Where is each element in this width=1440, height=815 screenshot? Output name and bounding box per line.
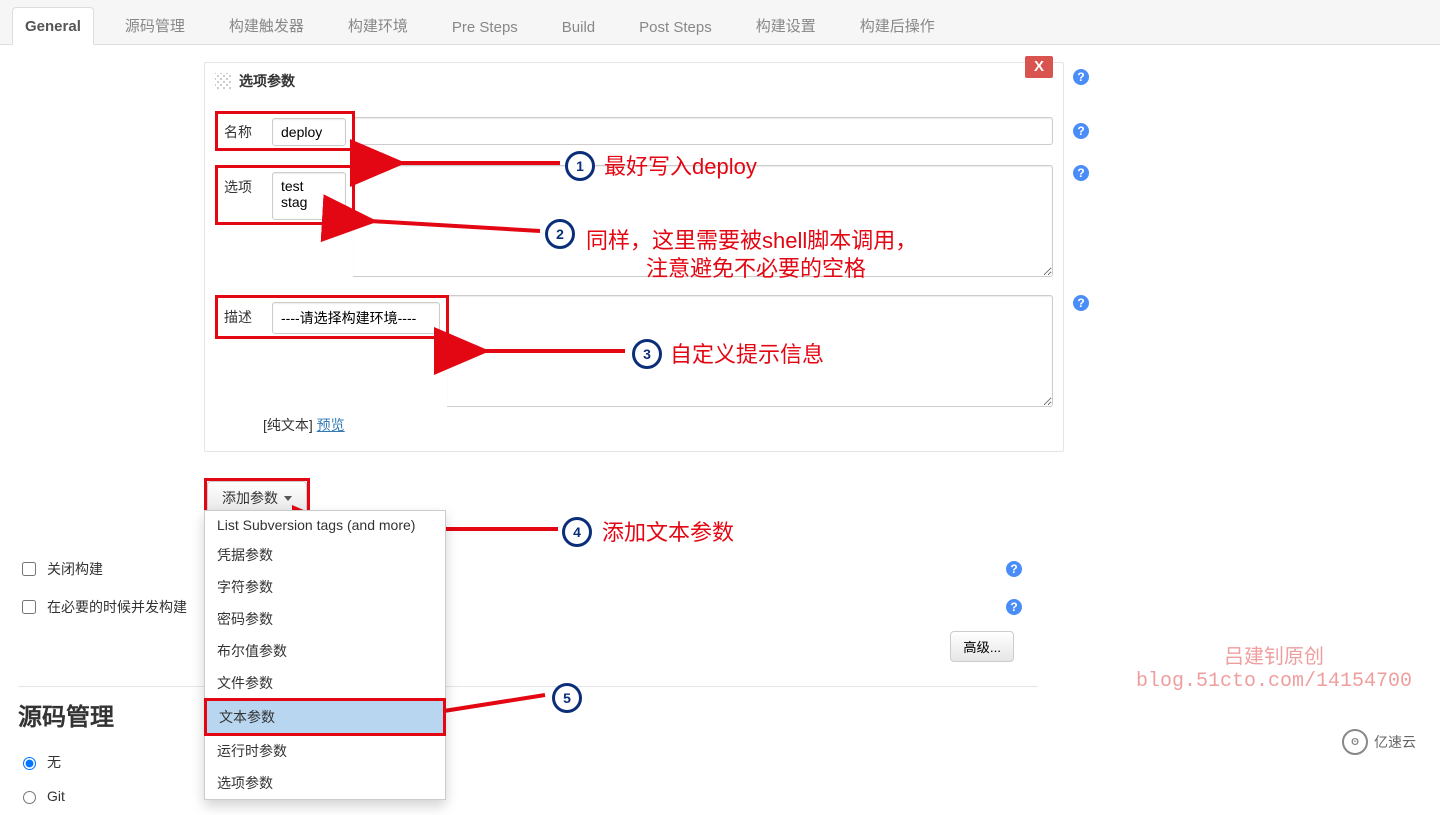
config-tabs: General 源码管理 构建触发器 构建环境 Pre Steps Build …: [0, 0, 1440, 45]
delete-button[interactable]: X: [1025, 56, 1053, 78]
param-name-row: 名称 ?: [215, 111, 1053, 151]
preview-link[interactable]: 预览: [317, 417, 345, 433]
choice-param-title: 选项参数: [239, 73, 295, 89]
param-menu-item[interactable]: 密码参数: [205, 603, 445, 635]
param-options-input[interactable]: [272, 172, 346, 220]
tab-post-actions[interactable]: 构建后操作: [847, 4, 948, 45]
param-menu-item[interactable]: 文件参数: [205, 667, 445, 699]
watermark-line1: 吕建钊原创: [1136, 640, 1412, 670]
param-desc-textarea[interactable]: [447, 295, 1053, 407]
param-menu-item[interactable]: 文本参数: [207, 701, 443, 733]
param-options-row: 选项 ?: [215, 165, 1053, 277]
param-menu-item[interactable]: 凭据参数: [205, 539, 445, 571]
close-build-label: 关闭构建: [47, 559, 103, 579]
concurrent-checkbox[interactable]: [22, 600, 36, 614]
tab-general[interactable]: General: [12, 7, 94, 45]
scm-none-label: 无: [47, 752, 61, 772]
tab-post-steps[interactable]: Post Steps: [626, 8, 725, 45]
tab-pre-steps[interactable]: Pre Steps: [439, 8, 531, 45]
tab-env[interactable]: 构建环境: [335, 4, 421, 45]
param-menu-item[interactable]: 运行时参数: [205, 735, 445, 767]
tab-triggers[interactable]: 构建触发器: [216, 4, 317, 45]
tab-scm[interactable]: 源码管理: [112, 4, 198, 45]
scm-git-row: Git: [18, 780, 1038, 812]
scm-heading: 源码管理: [18, 697, 1038, 732]
concurrent-row: 在必要的时候并发构建 ?: [18, 591, 1038, 623]
param-name-input[interactable]: [272, 118, 346, 146]
scm-none-row: 无: [18, 744, 1038, 780]
annotation-4-icon: 4: [562, 517, 592, 547]
brand-text: 亿速云: [1374, 732, 1416, 752]
help-icon[interactable]: ?: [1073, 123, 1089, 139]
drag-handle-icon[interactable]: [215, 73, 231, 89]
add-param-label: 添加参数: [222, 488, 278, 508]
add-param-dropdown: List Subversion tags (and more)凭据参数字符参数密…: [204, 510, 446, 800]
close-build-row: 关闭构建 ?: [18, 553, 1038, 585]
param-menu-item[interactable]: List Subversion tags (and more): [205, 511, 445, 539]
param-menu-item[interactable]: 字符参数: [205, 571, 445, 603]
desc-format-row: [纯文本] 预览: [263, 415, 1053, 435]
param-desc-input[interactable]: [272, 302, 440, 334]
param-options-label: 选项: [224, 172, 272, 197]
param-desc-row: 描述 ?: [215, 295, 1053, 407]
plain-text-label: [纯文本]: [263, 417, 313, 433]
param-menu-item[interactable]: 选项参数: [205, 767, 445, 799]
section-separator: [18, 686, 1038, 687]
chevron-down-icon: [284, 496, 292, 501]
help-icon[interactable]: ?: [1073, 295, 1089, 311]
help-icon[interactable]: ?: [1006, 599, 1022, 615]
help-icon[interactable]: ?: [1073, 165, 1089, 181]
param-menu-item[interactable]: 布尔值参数: [205, 635, 445, 667]
brand-icon: ʘ: [1342, 729, 1368, 755]
form-body: 选项参数 X ? 名称 ? 选项 ? 描述: [0, 45, 1078, 768]
scm-none-radio[interactable]: [23, 757, 36, 770]
choice-parameter-block: 选项参数 X ? 名称 ? 选项 ? 描述: [204, 62, 1064, 452]
scm-git-label: Git: [47, 788, 65, 804]
help-icon[interactable]: ?: [1006, 561, 1022, 577]
tab-build[interactable]: Build: [549, 8, 608, 45]
watermark: 吕建钊原创 blog.51cto.com/14154700: [1136, 640, 1412, 693]
close-build-checkbox[interactable]: [22, 562, 36, 576]
param-name-input-extra[interactable]: [353, 117, 1053, 145]
help-icon[interactable]: ?: [1073, 69, 1089, 85]
advanced-button[interactable]: 高级...: [950, 631, 1014, 662]
param-name-label: 名称: [224, 122, 272, 142]
tab-settings[interactable]: 构建设置: [743, 4, 829, 45]
param-options-textarea[interactable]: [353, 165, 1053, 277]
concurrent-label: 在必要的时候并发构建: [47, 597, 187, 617]
scm-git-radio[interactable]: [23, 791, 36, 804]
param-desc-label: 描述: [224, 302, 272, 327]
brand-logo: ʘ 亿速云: [1342, 729, 1416, 755]
add-param-wrap: 添加参数 List Subversion tags (and more)凭据参数…: [204, 468, 1042, 518]
watermark-line2: blog.51cto.com/14154700: [1136, 670, 1412, 693]
annotation-4-text: 添加文本参数: [602, 515, 734, 547]
